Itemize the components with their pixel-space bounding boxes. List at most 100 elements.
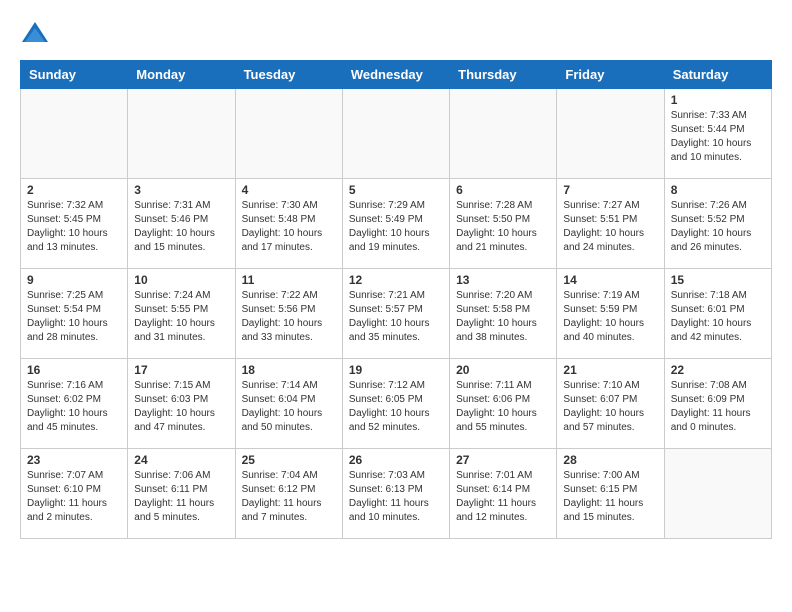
day-number: 25: [242, 453, 336, 467]
day-number: 28: [563, 453, 657, 467]
day-info: Sunrise: 7:32 AM Sunset: 5:45 PM Dayligh…: [27, 199, 121, 255]
day-number: 13: [456, 273, 550, 287]
calendar-day-cell: [557, 89, 664, 179]
day-number: 18: [242, 363, 336, 377]
calendar-week-row: 9 Sunrise: 7:25 AM Sunset: 5:54 PM Daylig…: [21, 269, 772, 359]
calendar-week-row: 23 Sunrise: 7:07 AM Sunset: 6:10 PM Dayli…: [21, 449, 772, 539]
day-number: 15: [671, 273, 765, 287]
day-number: 16: [27, 363, 121, 377]
day-info: Sunrise: 7:00 AM Sunset: 6:15 PM Dayligh…: [563, 469, 657, 525]
calendar-day-cell: 7 Sunrise: 7:27 AM Sunset: 5:51 PM Daylig…: [557, 179, 664, 269]
day-number: 2: [27, 183, 121, 197]
header: [20, 20, 772, 50]
day-info: Sunrise: 7:33 AM Sunset: 5:44 PM Dayligh…: [671, 109, 765, 165]
calendar-header: SundayMondayTuesdayWednesdayThursdayFrid…: [21, 61, 772, 89]
day-number: 24: [134, 453, 228, 467]
calendar-day-cell: 10 Sunrise: 7:24 AM Sunset: 5:55 PM Dayli…: [128, 269, 235, 359]
calendar-day-cell: [128, 89, 235, 179]
calendar-day-cell: 5 Sunrise: 7:29 AM Sunset: 5:49 PM Daylig…: [342, 179, 449, 269]
day-info: Sunrise: 7:01 AM Sunset: 6:14 PM Dayligh…: [456, 469, 550, 525]
day-info: Sunrise: 7:11 AM Sunset: 6:06 PM Dayligh…: [456, 379, 550, 435]
day-info: Sunrise: 7:25 AM Sunset: 5:54 PM Dayligh…: [27, 289, 121, 345]
day-number: 7: [563, 183, 657, 197]
calendar-day-cell: 18 Sunrise: 7:14 AM Sunset: 6:04 PM Dayli…: [235, 359, 342, 449]
calendar-day-cell: 11Sunrise: 7:22 AM Sunset: 5:56 PM Dayli…: [235, 269, 342, 359]
day-number: 14: [563, 273, 657, 287]
calendar-body: 1Sunrise: 7:33 AM Sunset: 5:44 PM Daylig…: [21, 89, 772, 539]
calendar-day-cell: [342, 89, 449, 179]
calendar-day-cell: 24 Sunrise: 7:06 AM Sunset: 6:11 PM Dayli…: [128, 449, 235, 539]
calendar-day-cell: 3 Sunrise: 7:31 AM Sunset: 5:46 PM Daylig…: [128, 179, 235, 269]
calendar-week-row: 2 Sunrise: 7:32 AM Sunset: 5:45 PM Daylig…: [21, 179, 772, 269]
weekday-header-sunday: Sunday: [21, 61, 128, 89]
calendar-day-cell: 4 Sunrise: 7:30 AM Sunset: 5:48 PM Daylig…: [235, 179, 342, 269]
calendar-day-cell: 25 Sunrise: 7:04 AM Sunset: 6:12 PM Dayli…: [235, 449, 342, 539]
day-info: Sunrise: 7:18 AM Sunset: 6:01 PM Dayligh…: [671, 289, 765, 345]
day-number: 17: [134, 363, 228, 377]
day-number: 19: [349, 363, 443, 377]
day-number: 26: [349, 453, 443, 467]
day-number: 22: [671, 363, 765, 377]
logo: [20, 20, 54, 50]
calendar-day-cell: 21Sunrise: 7:10 AM Sunset: 6:07 PM Dayli…: [557, 359, 664, 449]
day-number: 8: [671, 183, 765, 197]
day-info: Sunrise: 7:31 AM Sunset: 5:46 PM Dayligh…: [134, 199, 228, 255]
calendar-day-cell: 16 Sunrise: 7:16 AM Sunset: 6:02 PM Dayli…: [21, 359, 128, 449]
day-info: Sunrise: 7:10 AM Sunset: 6:07 PM Dayligh…: [563, 379, 657, 435]
day-info: Sunrise: 7:15 AM Sunset: 6:03 PM Dayligh…: [134, 379, 228, 435]
calendar-day-cell: [450, 89, 557, 179]
calendar-day-cell: 12 Sunrise: 7:21 AM Sunset: 5:57 PM Dayli…: [342, 269, 449, 359]
day-number: 9: [27, 273, 121, 287]
day-number: 10: [134, 273, 228, 287]
day-info: Sunrise: 7:27 AM Sunset: 5:51 PM Dayligh…: [563, 199, 657, 255]
logo-icon: [20, 20, 50, 50]
weekday-header-saturday: Saturday: [664, 61, 771, 89]
day-number: 3: [134, 183, 228, 197]
day-info: Sunrise: 7:16 AM Sunset: 6:02 PM Dayligh…: [27, 379, 121, 435]
calendar-day-cell: 17 Sunrise: 7:15 AM Sunset: 6:03 PM Dayli…: [128, 359, 235, 449]
weekday-header-thursday: Thursday: [450, 61, 557, 89]
day-info: Sunrise: 7:30 AM Sunset: 5:48 PM Dayligh…: [242, 199, 336, 255]
day-info: Sunrise: 7:08 AM Sunset: 6:09 PM Dayligh…: [671, 379, 765, 435]
day-info: Sunrise: 7:19 AM Sunset: 5:59 PM Dayligh…: [563, 289, 657, 345]
day-info: Sunrise: 7:07 AM Sunset: 6:10 PM Dayligh…: [27, 469, 121, 525]
calendar-day-cell: 14 Sunrise: 7:19 AM Sunset: 5:59 PM Dayli…: [557, 269, 664, 359]
calendar-day-cell: 23 Sunrise: 7:07 AM Sunset: 6:10 PM Dayli…: [21, 449, 128, 539]
calendar-day-cell: [664, 449, 771, 539]
calendar-day-cell: 2 Sunrise: 7:32 AM Sunset: 5:45 PM Daylig…: [21, 179, 128, 269]
calendar-day-cell: 20 Sunrise: 7:11 AM Sunset: 6:06 PM Dayli…: [450, 359, 557, 449]
day-info: Sunrise: 7:14 AM Sunset: 6:04 PM Dayligh…: [242, 379, 336, 435]
calendar-day-cell: 28 Sunrise: 7:00 AM Sunset: 6:15 PM Dayli…: [557, 449, 664, 539]
day-info: Sunrise: 7:06 AM Sunset: 6:11 PM Dayligh…: [134, 469, 228, 525]
day-number: 4: [242, 183, 336, 197]
calendar-day-cell: 19Sunrise: 7:12 AM Sunset: 6:05 PM Dayli…: [342, 359, 449, 449]
calendar-day-cell: 6Sunrise: 7:28 AM Sunset: 5:50 PM Daylig…: [450, 179, 557, 269]
calendar-day-cell: 27Sunrise: 7:01 AM Sunset: 6:14 PM Dayli…: [450, 449, 557, 539]
day-number: 5: [349, 183, 443, 197]
calendar-day-cell: 22 Sunrise: 7:08 AM Sunset: 6:09 PM Dayli…: [664, 359, 771, 449]
day-number: 23: [27, 453, 121, 467]
calendar-table: SundayMondayTuesdayWednesdayThursdayFrid…: [20, 60, 772, 539]
calendar-week-row: 1Sunrise: 7:33 AM Sunset: 5:44 PM Daylig…: [21, 89, 772, 179]
day-info: Sunrise: 7:29 AM Sunset: 5:49 PM Dayligh…: [349, 199, 443, 255]
day-number: 20: [456, 363, 550, 377]
calendar-day-cell: 8Sunrise: 7:26 AM Sunset: 5:52 PM Daylig…: [664, 179, 771, 269]
calendar-day-cell: 15 Sunrise: 7:18 AM Sunset: 6:01 PM Dayli…: [664, 269, 771, 359]
calendar-day-cell: [21, 89, 128, 179]
day-number: 12: [349, 273, 443, 287]
weekday-header-monday: Monday: [128, 61, 235, 89]
day-info: Sunrise: 7:04 AM Sunset: 6:12 PM Dayligh…: [242, 469, 336, 525]
calendar-day-cell: 1Sunrise: 7:33 AM Sunset: 5:44 PM Daylig…: [664, 89, 771, 179]
weekday-header-friday: Friday: [557, 61, 664, 89]
day-info: Sunrise: 7:03 AM Sunset: 6:13 PM Dayligh…: [349, 469, 443, 525]
calendar-day-cell: 13Sunrise: 7:20 AM Sunset: 5:58 PM Dayli…: [450, 269, 557, 359]
calendar-day-cell: [235, 89, 342, 179]
day-info: Sunrise: 7:28 AM Sunset: 5:50 PM Dayligh…: [456, 199, 550, 255]
weekday-header-wednesday: Wednesday: [342, 61, 449, 89]
calendar-day-cell: 26 Sunrise: 7:03 AM Sunset: 6:13 PM Dayli…: [342, 449, 449, 539]
day-info: Sunrise: 7:24 AM Sunset: 5:55 PM Dayligh…: [134, 289, 228, 345]
day-info: Sunrise: 7:21 AM Sunset: 5:57 PM Dayligh…: [349, 289, 443, 345]
weekday-header-row: SundayMondayTuesdayWednesdayThursdayFrid…: [21, 61, 772, 89]
day-number: 11: [242, 273, 336, 287]
weekday-header-tuesday: Tuesday: [235, 61, 342, 89]
